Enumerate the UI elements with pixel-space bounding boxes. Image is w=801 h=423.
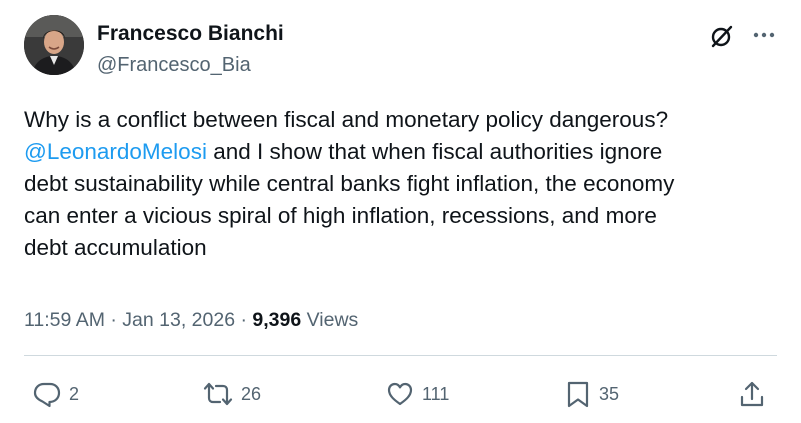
tweet-line: @LeonardoMelosi and I show that when fis…	[24, 136, 784, 168]
tweet-line: debt sustainability while central banks …	[24, 171, 675, 196]
repost-button[interactable]: 26	[203, 378, 261, 410]
tweet-line-text: and I show that when fiscal authorities …	[206, 139, 663, 164]
reply-count: 2	[69, 383, 80, 404]
bookmark-icon	[567, 381, 589, 408]
tweet-meta: 11:59 AM · Jan 13, 2026 · 9,396 Views	[24, 307, 358, 333]
tweet-line: debt accumulation	[24, 235, 207, 260]
share-button[interactable]	[738, 378, 766, 410]
author-name[interactable]: Francesco Bianchi	[97, 21, 284, 47]
like-button[interactable]: 111	[386, 378, 449, 410]
meta-separator: ·	[104, 309, 123, 331]
avatar[interactable]	[24, 15, 84, 75]
reply-icon	[33, 382, 61, 408]
tweet-time[interactable]: 11:59 AM	[24, 309, 105, 331]
meta-separator: ·	[235, 309, 253, 331]
heart-icon	[387, 382, 413, 406]
repost-icon	[203, 382, 233, 406]
tweet-line: Why is a conflict between fiscal and mon…	[24, 107, 669, 132]
mention-link[interactable]: @LeonardoMelosi	[24, 139, 207, 164]
repost-count: 26	[241, 383, 262, 404]
views-count: 9,396	[252, 309, 302, 331]
tweet-card: Francesco Bianchi @Francesco_Bia Why is …	[0, 0, 801, 423]
bookmark-count: 35	[599, 383, 620, 404]
tweet-line: can enter a vicious spiral of high infla…	[24, 203, 657, 228]
tweet-date[interactable]: Jan 13, 2026	[122, 309, 235, 331]
tweet-text: Why is a conflict between fiscal and mon…	[24, 104, 784, 264]
person-avatar-icon	[24, 15, 84, 75]
author-handle[interactable]: @Francesco_Bia	[97, 52, 251, 78]
reply-button[interactable]: 2	[33, 378, 79, 410]
divider	[24, 355, 777, 356]
share-icon	[740, 381, 764, 407]
grok-icon[interactable]	[708, 22, 736, 50]
bookmark-button[interactable]: 35	[565, 378, 619, 410]
more-icon[interactable]	[750, 22, 778, 50]
views-label: Views	[301, 309, 359, 331]
like-count: 111	[422, 383, 450, 404]
